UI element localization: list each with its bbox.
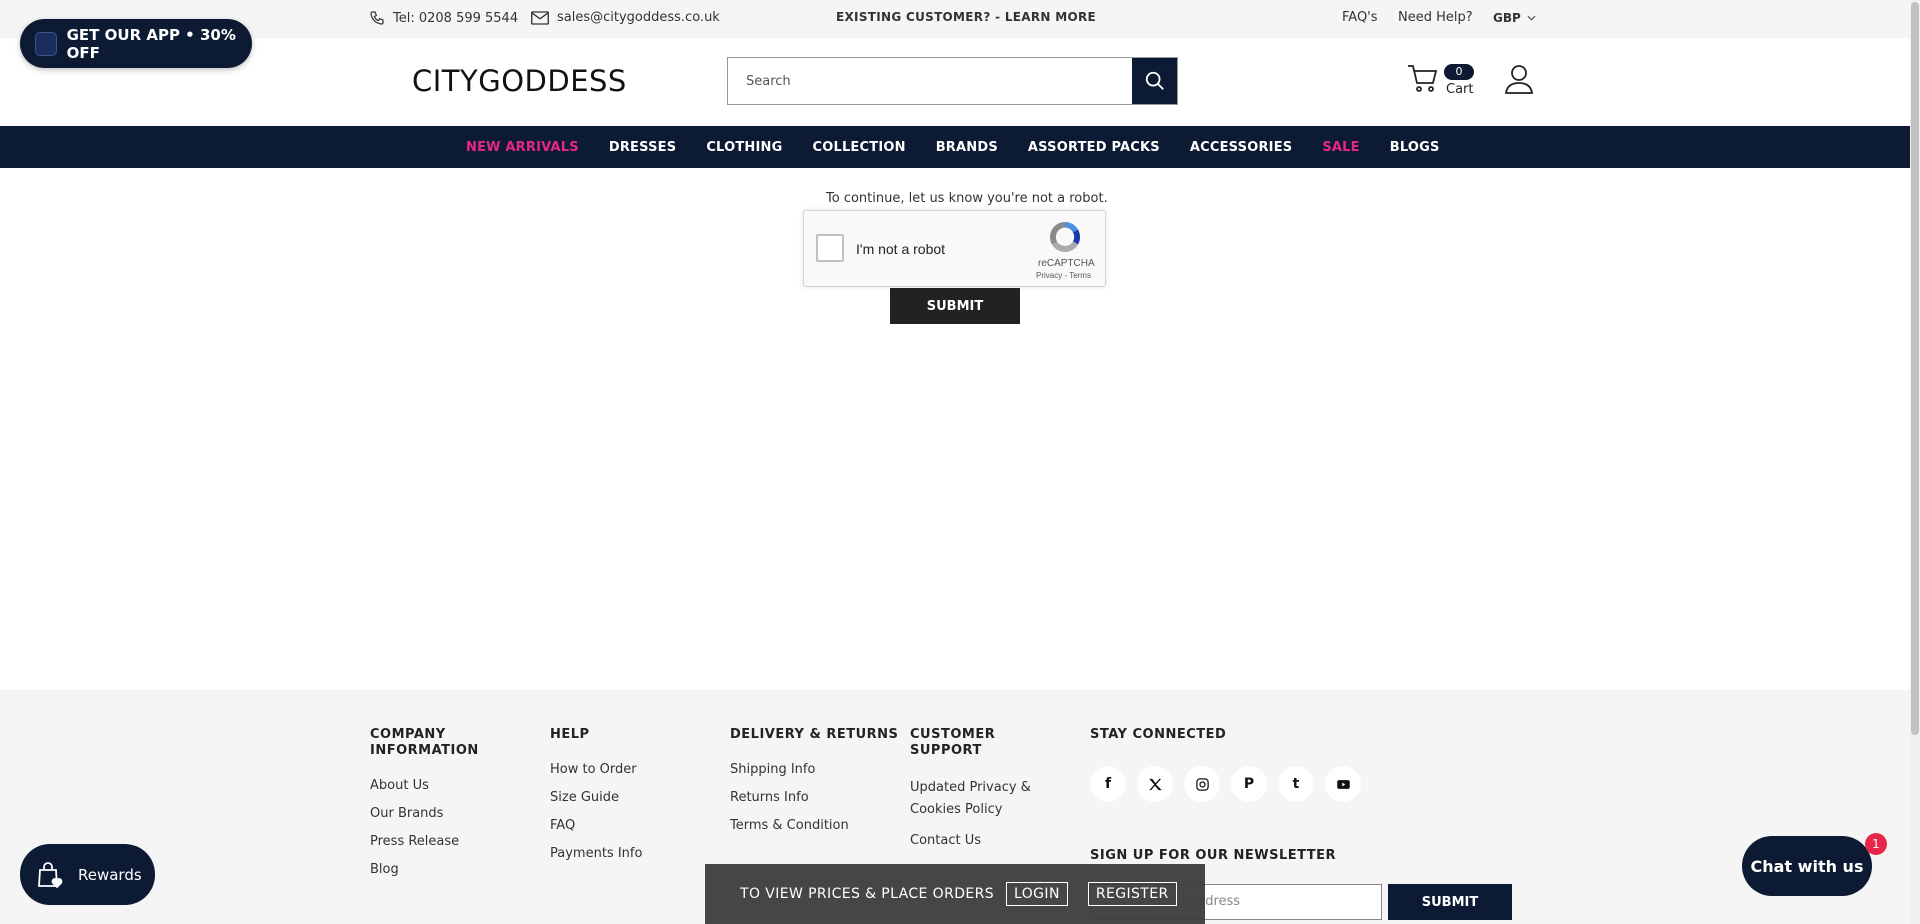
nav-accessories[interactable]: ACCESSORIES [1190, 140, 1293, 155]
rewards-button[interactable]: Rewards [20, 844, 155, 905]
newsletter-title: SIGN UP FOR OUR NEWSLETTER [1090, 848, 1337, 863]
email-text: sales@citygoddess.co.uk [557, 10, 720, 25]
footer-connected-column: STAY CONNECTED [1090, 727, 1226, 761]
footer-link-returns-info[interactable]: Returns Info [730, 789, 900, 806]
footer-link-terms[interactable]: Terms & Condition [730, 817, 900, 834]
footer-help-column: HELP How to Order Size Guide FAQ Payment… [550, 727, 700, 873]
pinterest-icon[interactable]: P [1231, 766, 1267, 802]
footer-link-press-release[interactable]: Press Release [370, 833, 500, 850]
search-input[interactable] [728, 58, 1132, 104]
phone-contact[interactable]: Tel: 0208 599 5544 [369, 10, 518, 26]
social-links: f P t [1090, 766, 1361, 802]
scrollbar-thumb[interactable] [1911, 2, 1919, 735]
twitter-icon[interactable] [1137, 766, 1173, 802]
footer-link-about-us[interactable]: About Us [370, 777, 500, 794]
recaptcha-brand: reCAPTCHA [1038, 258, 1095, 269]
nav-clothing[interactable]: CLOTHING [706, 140, 782, 155]
recaptcha-logo-icon [1049, 222, 1081, 253]
mail-icon [531, 10, 549, 25]
recaptcha-checkbox[interactable] [816, 234, 844, 262]
instagram-icon[interactable] [1184, 766, 1220, 802]
footer-delivery-column: DELIVERY & RETURNS Shipping Info Returns… [730, 727, 900, 845]
footer-company-column: COMPANY INFORMATION About Us Our Brands … [370, 727, 500, 889]
footer-connected-title: STAY CONNECTED [1090, 727, 1227, 742]
footer-link-our-brands[interactable]: Our Brands [370, 805, 500, 822]
app-icon [35, 31, 57, 56]
currency-label: GBP [1493, 11, 1521, 25]
captcha-submit-button[interactable]: SUBMIT [890, 288, 1020, 324]
faqs-link[interactable]: FAQ's [1342, 10, 1378, 25]
footer-link-shipping-info[interactable]: Shipping Info [730, 761, 900, 778]
account-button[interactable] [1504, 64, 1534, 98]
cart-button[interactable]: 0 Cart [1406, 62, 1474, 97]
shopping-bag-heart-icon [38, 861, 63, 888]
footer-support-title: CUSTOMER SUPPORT [910, 727, 996, 758]
nav-collection[interactable]: COLLECTION [812, 140, 905, 155]
chat-notification-badge: 1 [1865, 833, 1887, 855]
footer-link-blog[interactable]: Blog [370, 861, 500, 878]
app-promo-label: GET OUR APP • 30% OFF [66, 25, 236, 62]
search-bar [727, 57, 1178, 105]
search-icon [1145, 71, 1164, 90]
footer-link-privacy-policy[interactable]: Updated Privacy & Cookies Policy [910, 777, 1060, 821]
site-logo[interactable]: CITYGODDESS [412, 64, 627, 98]
chevron-down-icon [1527, 15, 1536, 21]
nav-blogs[interactable]: BLOGS [1390, 140, 1440, 155]
footer-link-contact-us[interactable]: Contact Us [910, 832, 1060, 849]
existing-customer-link[interactable]: EXISTING CUSTOMER? - LEARN MORE [836, 10, 1096, 24]
tumblr-icon[interactable]: t [1278, 766, 1314, 802]
facebook-icon[interactable]: f [1090, 766, 1126, 802]
recaptcha-widget: I'm not a robot reCAPTCHA Privacy - Term… [803, 210, 1106, 287]
top-bar: Tel: 0208 599 5544 sales@citygoddess.co.… [0, 0, 1910, 38]
recaptcha-links[interactable]: Privacy - Terms [1036, 271, 1091, 280]
recaptcha-label: I'm not a robot [856, 241, 946, 257]
footer-delivery-title: DELIVERY & RETURNS [730, 727, 899, 742]
nav-new-arrivals[interactable]: NEW ARRIVALS [466, 140, 579, 155]
footer-company-title: COMPANY INFORMATION [370, 727, 479, 758]
page-scrollbar[interactable] [1910, 0, 1920, 924]
cart-icon [1408, 65, 1438, 92]
main-nav: NEW ARRIVALS DRESSES CLOTHING COLLECTION… [0, 126, 1910, 168]
currency-selector[interactable]: GBP [1493, 11, 1536, 25]
login-button[interactable]: LOGIN [1006, 882, 1068, 906]
footer-link-how-to-order[interactable]: How to Order [550, 761, 700, 778]
footer-link-size-guide[interactable]: Size Guide [550, 789, 700, 806]
nav-assorted-packs[interactable]: ASSORTED PACKS [1028, 140, 1160, 155]
youtube-icon[interactable] [1325, 766, 1361, 802]
rewards-label: Rewards [78, 865, 142, 884]
register-button[interactable]: REGISTER [1087, 882, 1177, 906]
cart-label: Cart [1446, 82, 1474, 97]
footer-link-faq[interactable]: FAQ [550, 817, 700, 834]
phone-icon [370, 11, 384, 25]
chat-button[interactable]: Chat with us [1742, 836, 1872, 896]
footer-link-payments-info[interactable]: Payments Info [550, 845, 700, 862]
login-prompt-bar: TO VIEW PRICES & PLACE ORDERS LOGIN REGI… [705, 864, 1205, 924]
user-icon [1504, 65, 1534, 94]
need-help-link[interactable]: Need Help? [1398, 10, 1473, 25]
footer-help-title: HELP [550, 727, 590, 742]
search-button[interactable] [1132, 58, 1177, 104]
footer-support-column: CUSTOMER SUPPORT Updated Privacy & Cooki… [910, 727, 1060, 860]
nav-sale[interactable]: SALE [1322, 140, 1359, 155]
newsletter-submit-button[interactable]: SUBMIT [1388, 884, 1512, 920]
nav-list: NEW ARRIVALS DRESSES CLOTHING COLLECTION… [466, 126, 1470, 168]
captcha-message: To continue, let us know you're not a ro… [826, 191, 1108, 206]
get-app-button[interactable]: GET OUR APP • 30% OFF [20, 19, 252, 68]
phone-text: Tel: 0208 599 5544 [393, 10, 519, 26]
cart-count-badge: 0 [1444, 64, 1474, 80]
email-contact[interactable]: sales@citygoddess.co.uk [531, 10, 720, 25]
nav-dresses[interactable]: DRESSES [609, 140, 676, 155]
nav-brands[interactable]: BRANDS [936, 140, 998, 155]
login-prompt-text: TO VIEW PRICES & PLACE ORDERS [740, 886, 995, 902]
